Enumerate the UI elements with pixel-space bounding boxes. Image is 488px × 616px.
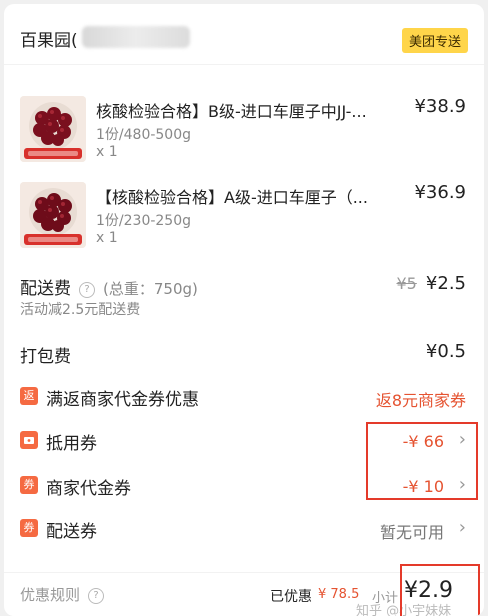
header-divider <box>4 64 484 65</box>
delivery-coupon-label: 配送券 <box>46 522 97 542</box>
delivery-fee-values: ¥5 ¥2.5 <box>396 273 466 294</box>
delivery-fee-label: 配送费 <box>20 279 71 299</box>
store-name[interactable]: 百果园( <box>20 26 78 51</box>
order-card: 百果园( 美团专送 核酸检验合格】B级-进口车厘子中JJ-... 1份/480-… <box>4 4 484 616</box>
redacted-store-suffix <box>82 26 190 48</box>
help-icon[interactable]: ? <box>88 588 105 604</box>
delivery-badge: 美团专送 <box>401 28 468 53</box>
saved-label: 已优惠 <box>270 589 312 605</box>
product-spec: 1份/230-250g <box>96 213 192 229</box>
product-price: ¥36.9 <box>414 182 466 203</box>
rebate-value[interactable]: 返8元商家券 <box>376 387 466 411</box>
cherry-image-icon <box>20 96 86 162</box>
saved-value: ¥ 78.5 <box>318 587 360 602</box>
voucher-icon: 券 <box>20 476 38 494</box>
product-title[interactable]: 【核酸检验合格】A级-进口车厘子（... <box>96 184 368 208</box>
product-quantity: x 1 <box>96 144 118 160</box>
product-title[interactable]: 核酸检验合格】B级-进口车厘子中JJ-... <box>96 98 367 122</box>
delivery-fee-value: ¥2.5 <box>425 273 466 294</box>
discount-rules-row[interactable]: 优惠规则? <box>20 584 105 605</box>
rebate-label: 满返商家代金券优惠 <box>46 390 199 410</box>
product-thumbnail[interactable] <box>20 96 86 162</box>
product-price: ¥38.9 <box>414 96 466 117</box>
voucher-icon: 券 <box>20 519 38 537</box>
packing-fee-value: ¥0.5 <box>425 341 466 362</box>
total-weight: (总重：750g) <box>103 280 198 298</box>
chevron-right-icon[interactable]: › <box>459 517 466 538</box>
packing-fee-label: 打包费 <box>20 347 71 367</box>
delivery-fee-row: 配送费? (总重：750g) <box>20 274 198 299</box>
product-thumbnail[interactable] <box>20 182 86 248</box>
help-icon[interactable]: ? <box>79 282 95 298</box>
cherry-image-icon <box>20 182 86 248</box>
annotation-highlight-box <box>366 422 478 500</box>
coupon-ticket-icon <box>20 431 38 449</box>
delivery-fee-original: ¥5 <box>396 274 417 293</box>
delivery-fee-note: 活动减2.5元配送费 <box>20 302 141 318</box>
discount-coupon-label: 抵用券 <box>46 434 97 454</box>
delivery-coupon-value[interactable]: 暂无可用 <box>380 519 444 543</box>
discount-rules-label: 优惠规则 <box>20 586 81 604</box>
merchant-voucher-label: 商家代金券 <box>46 479 131 499</box>
annotation-highlight-box <box>400 564 480 616</box>
product-spec: 1份/480-500g <box>96 127 192 143</box>
product-quantity: x 1 <box>96 230 118 246</box>
rebate-icon: 返 <box>20 387 38 405</box>
